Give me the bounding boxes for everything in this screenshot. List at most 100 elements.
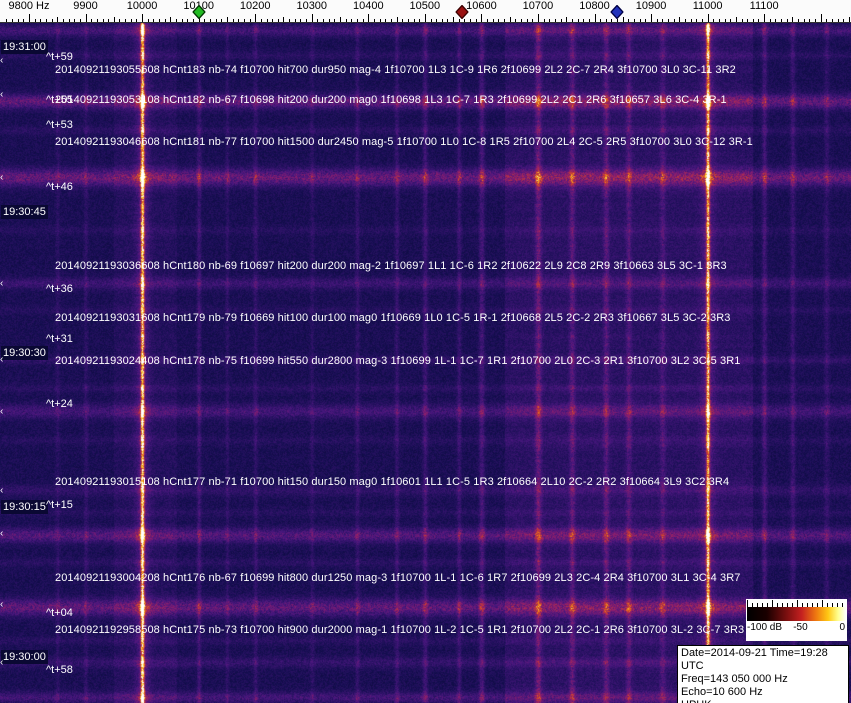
freq-tick [238, 19, 240, 22]
freq-tick-label: 10800 [579, 0, 610, 12]
freq-tick [690, 19, 692, 22]
freq-tick [102, 19, 104, 22]
freq-tick [164, 19, 166, 22]
freq-tick [447, 19, 449, 22]
freq-tick [668, 19, 669, 22]
freq-tick [588, 19, 590, 22]
freq-tick [424, 14, 426, 22]
freq-tick [181, 19, 183, 22]
freq-tick [634, 19, 636, 22]
freq-tick-label: 9900 [73, 0, 98, 12]
freq-tick [119, 19, 121, 22]
freq-tick [29, 14, 30, 22]
freq-tick [651, 14, 653, 22]
freq-tick [679, 17, 681, 22]
freq-tick [334, 19, 336, 22]
freq-tick [673, 19, 675, 22]
freq-tick [215, 19, 217, 22]
freq-tick [79, 19, 81, 22]
freq-tick [317, 19, 319, 22]
freq-tick [718, 19, 720, 22]
freq-tick [684, 19, 686, 22]
freq-tick [617, 19, 619, 22]
freq-tick [549, 19, 551, 22]
freq-tick [848, 17, 850, 22]
freq-tick [306, 19, 308, 22]
freq-tick [153, 19, 155, 22]
freq-tick [605, 19, 607, 22]
freq-tick [701, 19, 703, 22]
freq-tick [289, 19, 291, 22]
freq-tick [113, 17, 115, 22]
freq-tick [543, 19, 545, 22]
freq-tick [843, 19, 845, 22]
freq-tick [176, 19, 178, 22]
db-label-min: -100 dB [747, 622, 783, 633]
freq-tick [532, 19, 534, 22]
freq-tick [639, 19, 641, 22]
freq-tick [17, 19, 19, 22]
freq-tick [645, 19, 647, 22]
freq-tick [96, 19, 98, 22]
freq-tick [328, 19, 330, 22]
blue-diamond-marker-icon[interactable] [610, 4, 624, 20]
freq-tick [142, 14, 144, 22]
freq-tick [266, 19, 268, 22]
freq-tick [436, 19, 438, 22]
freq-tick [509, 17, 511, 22]
freq-tick [147, 19, 149, 22]
freq-tick [373, 19, 375, 22]
freq-tick [815, 19, 817, 22]
db-label-max: 0 [839, 622, 845, 633]
freq-tick [407, 19, 409, 22]
freq-tick [40, 19, 42, 22]
freq-tick [311, 14, 313, 22]
freq-tick-label: 10600 [466, 0, 497, 12]
freq-tick [170, 17, 172, 22]
freq-tick [209, 19, 211, 22]
freq-tick-label: 10700 [522, 0, 554, 12]
freq-tick [470, 19, 472, 22]
freq-tick [221, 19, 223, 22]
freq-tick [453, 17, 455, 22]
freq-tick [351, 19, 353, 22]
freq-tick [786, 19, 788, 22]
freq-tick [130, 19, 132, 22]
freq-tick [741, 19, 743, 22]
freq-tick [34, 19, 36, 22]
freq-tick [85, 14, 87, 22]
freq-tick [707, 14, 709, 22]
freq-tick [571, 19, 573, 22]
freq-tick [323, 19, 325, 22]
green-diamond-marker-icon[interactable] [191, 4, 206, 20]
freq-tick [696, 19, 698, 22]
freq-tick-label: 9800 Hz [8, 0, 50, 12]
freq-tick [730, 19, 732, 22]
freq-tick-label: 10200 [239, 0, 271, 12]
freq-tick [272, 19, 274, 22]
freq-tick [187, 19, 189, 22]
red-diamond-marker-icon[interactable] [454, 4, 469, 20]
freq-tick [809, 19, 811, 22]
freq-tick [504, 19, 506, 22]
freq-tick [837, 19, 839, 22]
freq-tick [526, 19, 528, 22]
freq-tick-label: 10900 [635, 0, 667, 12]
info-date-time: Date=2014-09-21 Time=19:28 UTC [681, 647, 828, 672]
freq-tick [345, 19, 347, 22]
freq-tick [413, 19, 415, 22]
freq-tick [498, 19, 500, 22]
freq-tick [458, 19, 460, 22]
freq-tick [792, 17, 794, 22]
freq-tick [356, 19, 358, 22]
db-scale-labels: -100 dB -50 0 [747, 622, 846, 634]
status-info-box: Date=2014-09-21 Time=19:28 UTC Freq=143 … [677, 645, 849, 703]
freq-tick-label: 10500 [409, 0, 441, 12]
frequency-ruler: 9800 Hz990010000101001020010300104001050… [0, 0, 851, 23]
freq-tick [662, 19, 664, 22]
db-scale-ticks [747, 600, 846, 607]
spectrogram-display [0, 22, 851, 703]
freq-tick [51, 19, 53, 22]
info-station: HPHK [681, 699, 845, 703]
freq-tick [91, 19, 93, 22]
